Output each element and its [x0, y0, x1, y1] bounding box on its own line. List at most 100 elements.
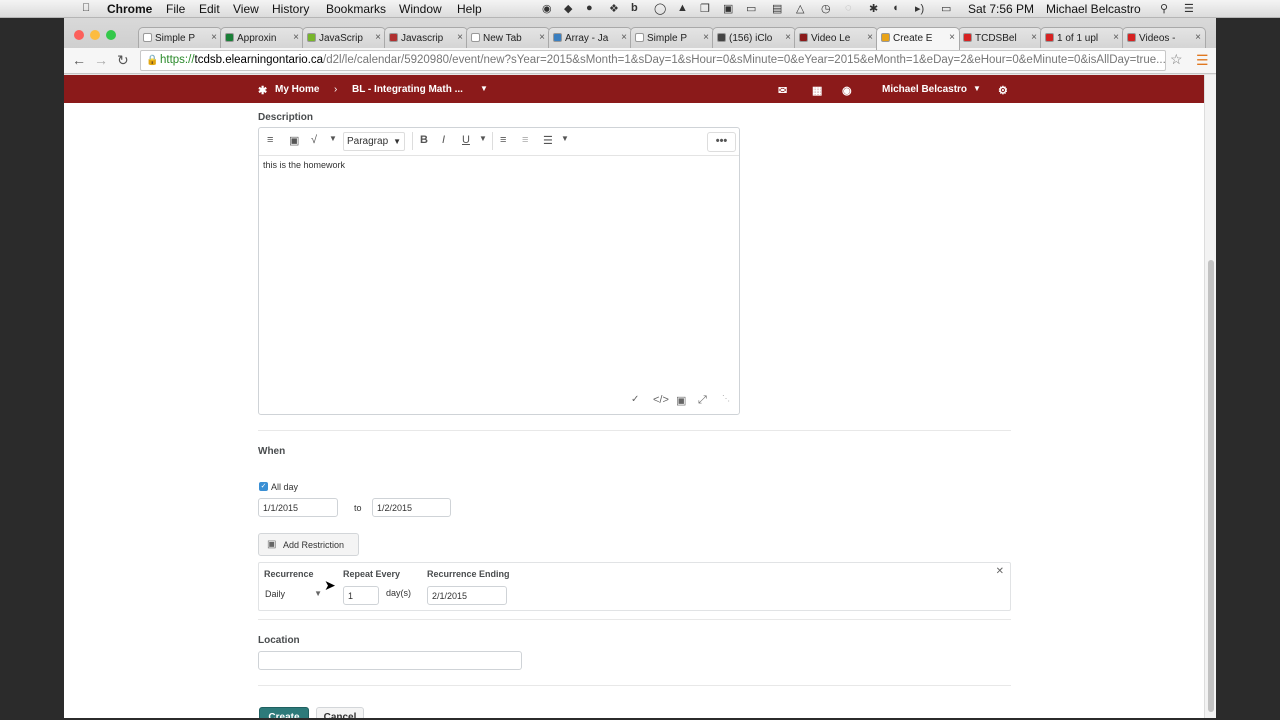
- apple-icon[interactable]: : [82, 2, 90, 14]
- browser-tab[interactable]: Javascrip ×: [384, 27, 468, 49]
- spellcheck-icon[interactable]: ✓: [631, 394, 639, 405]
- screen-icon[interactable]: ▭: [746, 2, 756, 15]
- copy-icon[interactable]: ❐: [700, 2, 710, 15]
- back-icon[interactable]: ←: [72, 52, 86, 68]
- recurrence-ending-input[interactable]: 2/1/2015: [427, 586, 507, 605]
- volume-icon[interactable]: ▸): [915, 2, 924, 15]
- bell-icon[interactable]: ◆: [564, 2, 572, 15]
- mail-icon[interactable]: ✉: [778, 84, 787, 97]
- browser-tab[interactable]: Simple P ×: [138, 27, 222, 49]
- bluetooth-icon[interactable]: ✱: [869, 2, 878, 15]
- scrollbar-thumb[interactable]: [1208, 260, 1214, 712]
- minimize-window-icon[interactable]: [90, 30, 100, 40]
- close-window-icon[interactable]: [74, 30, 84, 40]
- insert-image-icon[interactable]: ▣: [289, 134, 299, 147]
- browser-tab[interactable]: TCDSBel ×: [958, 27, 1042, 49]
- record-icon[interactable]: ◉: [542, 2, 552, 15]
- spotlight-icon[interactable]: ⚲: [1160, 2, 1168, 15]
- tab-close-icon[interactable]: ×: [211, 32, 217, 43]
- list-icon[interactable]: ☰: [543, 134, 553, 147]
- sync-icon[interactable]: ●: [586, 2, 593, 14]
- location-input[interactable]: [258, 651, 522, 670]
- tab-close-icon[interactable]: ×: [539, 32, 545, 43]
- user-name[interactable]: Michael Belcastro: [1046, 2, 1141, 16]
- clock[interactable]: Sat 7:56 PM: [968, 2, 1034, 16]
- browser-tab[interactable]: Create E ×: [876, 27, 960, 50]
- dropbox-icon[interactable]: ❖: [609, 2, 619, 15]
- more-actions-button[interactable]: •••: [707, 132, 736, 152]
- page-scrollbar[interactable]: [1204, 75, 1216, 718]
- equation-icon[interactable]: √: [311, 134, 317, 146]
- user-chevron-down-icon[interactable]: ▼: [973, 84, 981, 93]
- tab-close-icon[interactable]: ×: [867, 32, 873, 43]
- underline-dropdown-icon[interactable]: ▼: [479, 134, 487, 143]
- browser-tab[interactable]: 1 of 1 upl ×: [1040, 27, 1124, 49]
- start-date-input[interactable]: 1/1/2015: [258, 498, 338, 517]
- repeat-every-input[interactable]: 1: [343, 586, 379, 605]
- menu-file[interactable]: File: [166, 2, 185, 16]
- browser-tab[interactable]: Video Le ×: [794, 27, 878, 49]
- source-code-icon[interactable]: </>: [653, 394, 669, 406]
- equation-dropdown-icon[interactable]: ▼: [329, 134, 337, 143]
- battery-icon[interactable]: ▭: [941, 2, 951, 15]
- bold-button[interactable]: B: [420, 134, 428, 146]
- preview-icon[interactable]: ▣: [676, 394, 686, 407]
- tab-close-icon[interactable]: ×: [375, 32, 381, 43]
- menu-edit[interactable]: Edit: [199, 2, 220, 16]
- airplay-icon[interactable]: △: [796, 2, 804, 15]
- menu-view[interactable]: View: [233, 2, 259, 16]
- browser-tab[interactable]: (156) iClo ×: [712, 27, 796, 49]
- menu-help[interactable]: Help: [457, 2, 482, 16]
- browser-tab[interactable]: New Tab ×: [466, 27, 550, 49]
- capture-icon[interactable]: ▣: [723, 2, 733, 15]
- indent-icon[interactable]: ≡: [522, 134, 528, 146]
- display-icon[interactable]: ▤: [772, 2, 782, 15]
- forward-icon[interactable]: →: [94, 52, 108, 68]
- tab-close-icon[interactable]: ×: [785, 32, 791, 43]
- tab-close-icon[interactable]: ×: [293, 32, 299, 43]
- browser-tab[interactable]: Approxin ×: [220, 27, 304, 49]
- settings-gear-icon[interactable]: ⚙: [998, 84, 1008, 97]
- chrome-menu-icon[interactable]: ☰: [1196, 52, 1209, 69]
- tab-close-icon[interactable]: ×: [621, 32, 627, 43]
- chat-icon[interactable]: ◉: [842, 84, 852, 97]
- updates-icon[interactable]: ▦: [812, 84, 822, 97]
- notification-icon[interactable]: ☰: [1184, 2, 1194, 15]
- browser-tab[interactable]: Simple P ×: [630, 27, 714, 49]
- close-icon[interactable]: ✕: [996, 566, 1004, 577]
- add-restriction-button[interactable]: ▣ Add Restriction: [258, 533, 359, 556]
- menu-window[interactable]: Window: [399, 2, 442, 16]
- resize-handle-icon[interactable]: ⋱: [722, 394, 730, 403]
- editor-body[interactable]: this is the homework: [263, 160, 345, 170]
- wifi-icon[interactable]: ◖: [892, 2, 899, 14]
- browser-tab[interactable]: Videos - ×: [1122, 27, 1206, 49]
- list-dropdown-icon[interactable]: ▼: [561, 134, 569, 143]
- app-menu[interactable]: Chrome: [107, 2, 152, 16]
- my-home-link[interactable]: My Home: [275, 84, 319, 95]
- paragraph-format-select[interactable]: Paragrap ▼: [343, 132, 405, 151]
- course-selector[interactable]: BL - Integrating Math ...: [352, 84, 463, 95]
- end-date-input[interactable]: 1/2/2015: [372, 498, 451, 517]
- b-icon[interactable]: b: [631, 2, 638, 14]
- drive-icon[interactable]: ▲: [677, 2, 688, 14]
- tab-close-icon[interactable]: ×: [1031, 32, 1037, 43]
- recurrence-select[interactable]: Daily ▼: [264, 585, 326, 604]
- reload-icon[interactable]: ↻: [117, 52, 129, 69]
- all-day-checkbox[interactable]: ✓: [259, 482, 268, 491]
- italic-button[interactable]: I: [442, 134, 445, 146]
- menu-history[interactable]: History: [272, 2, 309, 16]
- address-bar[interactable]: 🔒 https://tcdsb.elearningontario.ca/d2l/…: [140, 50, 1166, 71]
- timemachine-icon[interactable]: ◷: [821, 2, 831, 15]
- browser-tab[interactable]: Array - Ja ×: [548, 27, 632, 49]
- cancel-button[interactable]: Cancel: [316, 707, 364, 718]
- tab-close-icon[interactable]: ×: [457, 32, 463, 43]
- tab-close-icon[interactable]: ×: [1195, 32, 1201, 43]
- menu-bookmarks[interactable]: Bookmarks: [326, 2, 386, 16]
- tab-close-icon[interactable]: ×: [949, 32, 955, 43]
- insert-stuff-icon[interactable]: ≡: [267, 134, 273, 146]
- browser-tab[interactable]: JavaScrip ×: [302, 27, 386, 49]
- create-button[interactable]: Create: [259, 707, 309, 718]
- zoom-window-icon[interactable]: [106, 30, 116, 40]
- bookmark-star-icon[interactable]: ☆: [1170, 51, 1183, 68]
- home-icon[interactable]: ✱: [258, 84, 267, 97]
